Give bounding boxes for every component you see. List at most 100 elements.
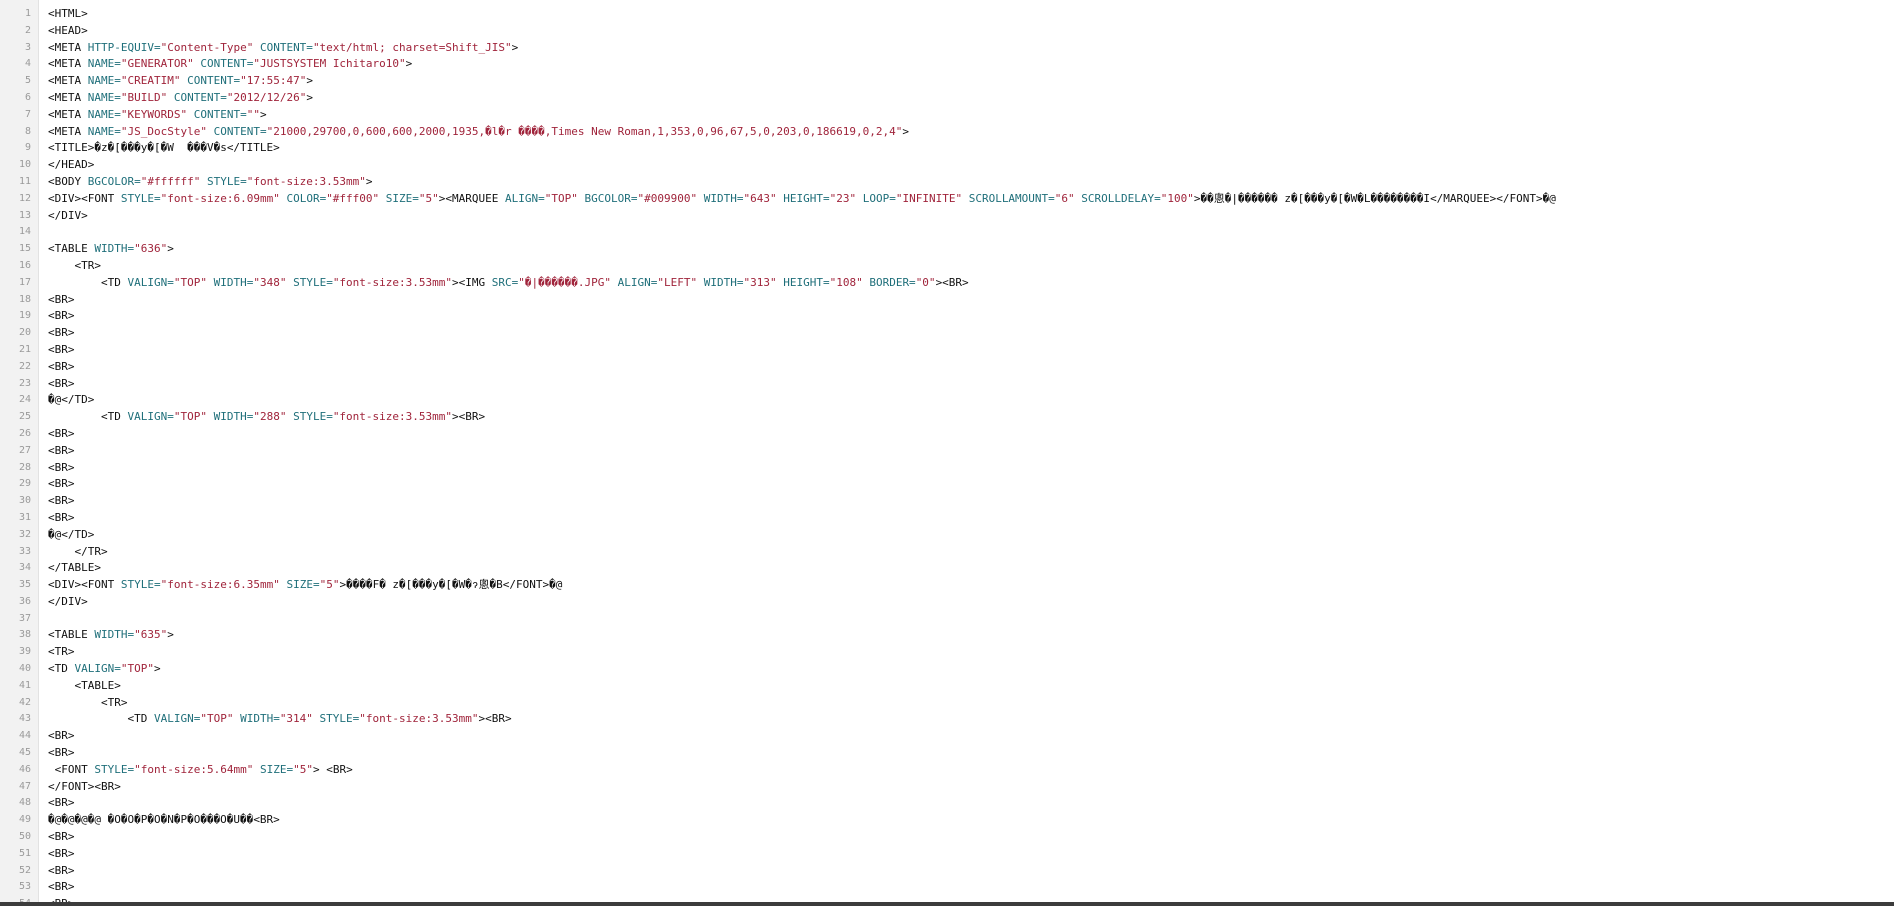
code-text[interactable]: <META NAME="JS_DocStyle" CONTENT="21000,…	[48, 124, 909, 141]
code-line[interactable]: 26 <BR>	[0, 426, 1894, 443]
code-text[interactable]: <META NAME="GENERATOR" CONTENT="JUSTSYST…	[48, 56, 412, 73]
code-text[interactable]: <TR>	[48, 258, 101, 275]
horizontal-scrollbar[interactable]	[0, 902, 1894, 906]
code-line[interactable]: 17 <TD VALIGN="TOP" WIDTH="348" STYLE="f…	[0, 275, 1894, 292]
code-line[interactable]: 11 <BODY BGCOLOR="#ffffff" STYLE="font-si…	[0, 174, 1894, 191]
code-line[interactable]: 9 <TITLE>�z�[���y�[�W ���V�s</TITLE>	[0, 140, 1894, 157]
code-text[interactable]: <BR>	[48, 846, 75, 863]
code-text[interactable]: <TABLE>	[48, 678, 120, 695]
code-line[interactable]: 23 <BR>	[0, 376, 1894, 393]
code-line[interactable]: 38 <TABLE WIDTH="635">	[0, 627, 1894, 644]
code-lines[interactable]: 1 <HTML> 2 <HEAD> 3 <META HTTP-EQUIV="Content…	[0, 6, 1894, 906]
code-line[interactable]: 13 </DIV>	[0, 208, 1894, 225]
code-line[interactable]: 14	[0, 224, 1894, 241]
code-line[interactable]: 2 <HEAD>	[0, 23, 1894, 40]
code-text[interactable]: <TD VALIGN="TOP" WIDTH="314" STYLE="font…	[48, 711, 511, 728]
code-line[interactable]: 18 <BR>	[0, 292, 1894, 309]
code-text[interactable]: <TR>	[48, 644, 75, 661]
code-text[interactable]: <BR>	[48, 342, 75, 359]
code-text[interactable]: </HEAD>	[48, 157, 94, 174]
code-text[interactable]: <BR>	[48, 493, 75, 510]
code-text[interactable]: <BR>	[48, 359, 75, 376]
code-line[interactable]: 6 <META NAME="BUILD" CONTENT="2012/12/26"…	[0, 90, 1894, 107]
code-line[interactable]: 43 <TD VALIGN="TOP" WIDTH="314" STYLE="f…	[0, 711, 1894, 728]
code-line[interactable]: 8 <META NAME="JS_DocStyle" CONTENT="21000…	[0, 124, 1894, 141]
code-text[interactable]: <META HTTP-EQUIV="Content-Type" CONTENT=…	[48, 40, 518, 57]
code-text[interactable]: <TITLE>�z�[���y�[�W ���V�s</TITLE>	[48, 140, 280, 157]
code-text[interactable]: <HTML>	[48, 6, 88, 23]
code-text[interactable]: </TABLE>	[48, 560, 101, 577]
code-text[interactable]: <HEAD>	[48, 23, 88, 40]
code-text[interactable]: <BR>	[48, 292, 75, 309]
code-line[interactable]: 10 </HEAD>	[0, 157, 1894, 174]
code-line[interactable]: 4 <META NAME="GENERATOR" CONTENT="JUSTSYS…	[0, 56, 1894, 73]
code-text[interactable]: <FONT STYLE="font-size:5.64mm" SIZE="5">…	[48, 762, 353, 779]
code-text[interactable]: </TR>	[48, 544, 107, 561]
code-line[interactable]: 50 <BR>	[0, 829, 1894, 846]
code-text[interactable]: <BR>	[48, 426, 75, 443]
code-line[interactable]: 35 <DIV><FONT STYLE="font-size:6.35mm" SI…	[0, 577, 1894, 594]
code-text[interactable]: <META NAME="BUILD" CONTENT="2012/12/26">	[48, 90, 313, 107]
code-text[interactable]: <BR>	[48, 745, 75, 762]
code-text[interactable]: <TD VALIGN="TOP" WIDTH="348" STYLE="font…	[48, 275, 969, 292]
code-text[interactable]: <DIV><FONT STYLE="font-size:6.35mm" SIZE…	[48, 577, 562, 594]
code-line[interactable]: 22 <BR>	[0, 359, 1894, 376]
code-text[interactable]: <TR>	[48, 695, 128, 712]
code-text[interactable]: <META NAME="KEYWORDS" CONTENT="">	[48, 107, 267, 124]
code-line[interactable]: 46 <FONT STYLE="font-size:5.64mm" SIZE="…	[0, 762, 1894, 779]
code-text[interactable]: <BR>	[48, 510, 75, 527]
code-line[interactable]: 19 <BR>	[0, 308, 1894, 325]
code-text[interactable]: <META NAME="CREATIM" CONTENT="17:55:47">	[48, 73, 313, 90]
code-line[interactable]: 53 <BR>	[0, 879, 1894, 896]
code-editor[interactable]: 1 <HTML> 2 <HEAD> 3 <META HTTP-EQUIV="Content…	[0, 0, 1894, 906]
code-text[interactable]: <TABLE WIDTH="636">	[48, 241, 174, 258]
code-line[interactable]: 3 <META HTTP-EQUIV="Content-Type" CONTENT…	[0, 40, 1894, 57]
code-line[interactable]: 48 <BR>	[0, 795, 1894, 812]
code-text[interactable]: <BR>	[48, 376, 75, 393]
code-line[interactable]: 47 </FONT><BR>	[0, 779, 1894, 796]
code-text[interactable]: <BODY BGCOLOR="#ffffff" STYLE="font-size…	[48, 174, 373, 191]
code-text[interactable]: <BR>	[48, 795, 75, 812]
code-line[interactable]: 27 <BR>	[0, 443, 1894, 460]
code-line[interactable]: 49 �@�@�@�@ �O�O�P�O�N�P�O���O�U��<BR>	[0, 812, 1894, 829]
code-text[interactable]: <DIV><FONT STYLE="font-size:6.09mm" COLO…	[48, 191, 1556, 208]
code-text[interactable]: <BR>	[48, 829, 75, 846]
code-text[interactable]: <TD VALIGN="TOP" WIDTH="288" STYLE="font…	[48, 409, 485, 426]
code-line[interactable]: 42 <TR>	[0, 695, 1894, 712]
code-line[interactable]: 31 <BR>	[0, 510, 1894, 527]
code-line[interactable]: 15 <TABLE WIDTH="636">	[0, 241, 1894, 258]
code-text[interactable]: </FONT><BR>	[48, 779, 121, 796]
code-line[interactable]: 51 <BR>	[0, 846, 1894, 863]
code-line[interactable]: 45 <BR>	[0, 745, 1894, 762]
code-text[interactable]: <BR>	[48, 863, 75, 880]
code-text[interactable]: <TD VALIGN="TOP">	[48, 661, 161, 678]
code-line[interactable]: 12 <DIV><FONT STYLE="font-size:6.09mm" CO…	[0, 191, 1894, 208]
code-text[interactable]: <BR>	[48, 308, 75, 325]
code-line[interactable]: 52 <BR>	[0, 863, 1894, 880]
code-text[interactable]: �@</TD>	[48, 392, 94, 409]
code-line[interactable]: 36 </DIV>	[0, 594, 1894, 611]
code-line[interactable]: 30 <BR>	[0, 493, 1894, 510]
code-line[interactable]: 32 �@</TD>	[0, 527, 1894, 544]
code-line[interactable]: 41 <TABLE>	[0, 678, 1894, 695]
code-text[interactable]: </DIV>	[48, 594, 88, 611]
code-line[interactable]: 7 <META NAME="KEYWORDS" CONTENT="">	[0, 107, 1894, 124]
code-line[interactable]: 1 <HTML>	[0, 6, 1894, 23]
code-line[interactable]: 28 <BR>	[0, 460, 1894, 477]
code-text[interactable]: <BR>	[48, 879, 75, 896]
code-line[interactable]: 21 <BR>	[0, 342, 1894, 359]
code-text[interactable]: <TABLE WIDTH="635">	[48, 627, 174, 644]
code-line[interactable]: 29 <BR>	[0, 476, 1894, 493]
code-line[interactable]: 39 <TR>	[0, 644, 1894, 661]
code-line[interactable]: 16 <TR>	[0, 258, 1894, 275]
code-text[interactable]: </DIV>	[48, 208, 88, 225]
code-text[interactable]: <BR>	[48, 476, 75, 493]
code-text[interactable]: <BR>	[48, 460, 75, 477]
code-line[interactable]: 37	[0, 611, 1894, 628]
code-line[interactable]: 25 <TD VALIGN="TOP" WIDTH="288" STYLE="f…	[0, 409, 1894, 426]
code-line[interactable]: 40 <TD VALIGN="TOP">	[0, 661, 1894, 678]
code-text[interactable]: �@</TD>	[48, 527, 94, 544]
code-line[interactable]: 33 </TR>	[0, 544, 1894, 561]
code-line[interactable]: 34 </TABLE>	[0, 560, 1894, 577]
code-line[interactable]: 20 <BR>	[0, 325, 1894, 342]
